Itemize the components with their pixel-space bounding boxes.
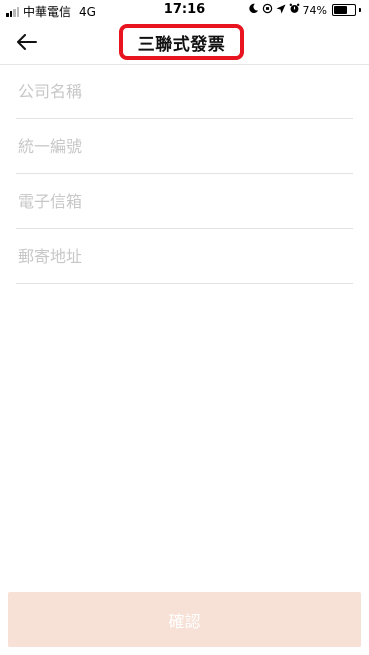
title-highlight-box: 三聯式發票	[119, 24, 244, 60]
arrow-left-icon	[17, 34, 37, 50]
confirm-button[interactable]: 確認	[8, 592, 361, 647]
battery-cap	[359, 8, 361, 12]
battery-level	[334, 6, 348, 14]
email-input[interactable]	[16, 174, 353, 228]
moon-icon	[248, 3, 259, 17]
email-field	[16, 174, 353, 229]
tax-id-field	[16, 119, 353, 174]
invoice-form	[16, 64, 353, 284]
alarm-icon	[289, 3, 300, 17]
orientation-lock-icon	[262, 3, 273, 17]
company-name-field	[16, 64, 353, 119]
status-bar-right: 74%	[248, 3, 361, 17]
address-field	[16, 229, 353, 284]
company-name-input[interactable]	[16, 64, 353, 118]
status-bar: 中華電信 4G 17:16 74%	[0, 0, 369, 20]
page-title: 三聯式發票	[137, 34, 226, 55]
battery-percent: 74%	[302, 3, 327, 17]
location-icon	[276, 4, 286, 17]
tax-id-input[interactable]	[16, 119, 353, 173]
invoice-page: 中華電信 4G 17:16 74% 三聯式發票 公司名稱 統一編號 電子信箱 郵…	[0, 0, 369, 655]
address-input[interactable]	[16, 229, 353, 283]
back-button[interactable]	[12, 28, 42, 56]
battery-icon	[332, 4, 356, 16]
nav-bar: 三聯式發票	[0, 20, 369, 65]
